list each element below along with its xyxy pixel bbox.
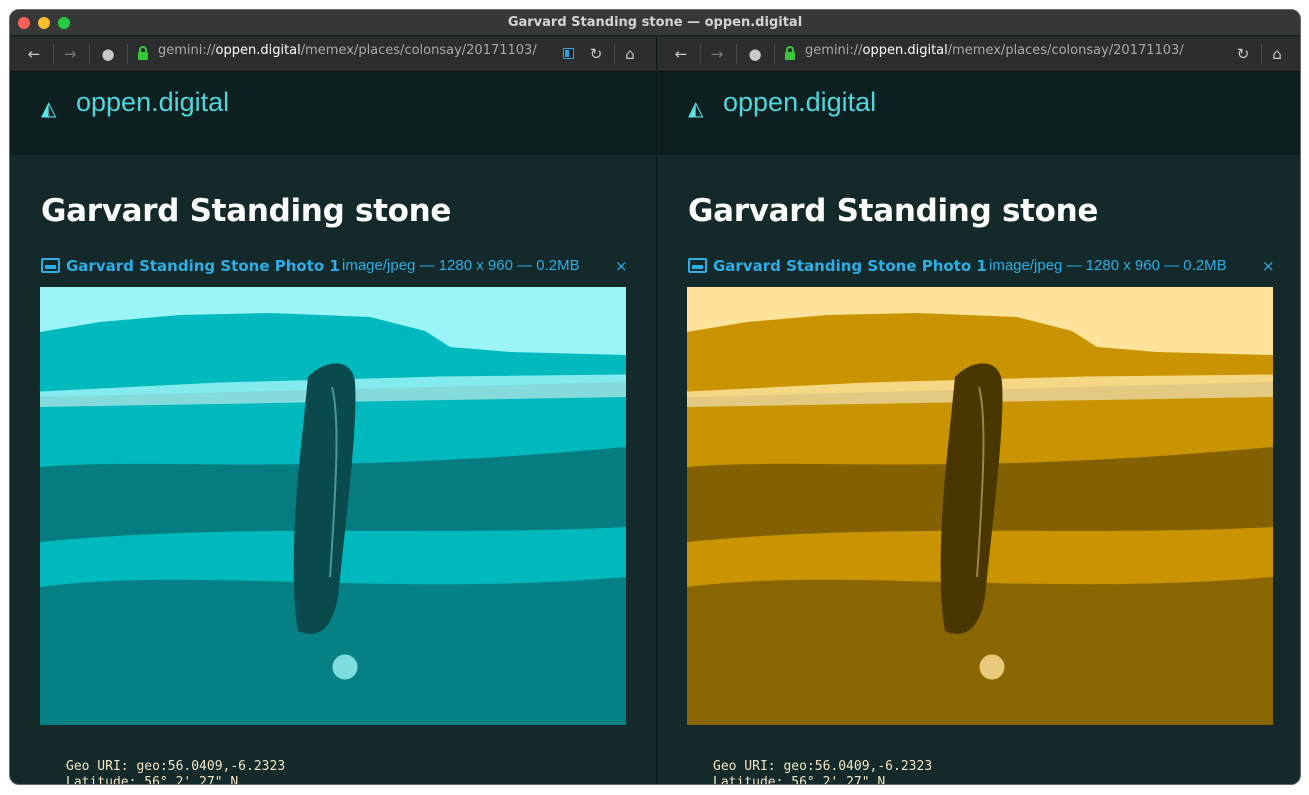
standing-stone-photo (687, 287, 1273, 725)
site-name[interactable]: oppen.digital (76, 87, 229, 118)
person-icon[interactable]: ● (741, 43, 769, 65)
nav-divider (736, 44, 737, 64)
url-field[interactable]: gemini://oppen.digital/memex/places/colo… (805, 43, 1184, 65)
nav-divider (127, 44, 128, 64)
url-host: oppen.digital (215, 43, 301, 58)
triangle-logo-icon: ◭ (688, 96, 704, 120)
title-bar: Garvard Standing stone — oppen.digital (10, 10, 1300, 36)
geo-uri-line: Geo URI: geo:56.0409,-6.2323 (66, 759, 286, 774)
image-meta: image/jpeg — 1280 x 960 — 0.2MB (342, 257, 580, 274)
close-image-button[interactable]: × (615, 255, 628, 277)
close-window-button[interactable] (18, 17, 30, 29)
image-icon (688, 258, 707, 273)
triangle-logo-icon: ◭ (41, 96, 57, 120)
image-meta: image/jpeg — 1280 x 960 — 0.2MB (989, 257, 1227, 274)
nav-divider (614, 44, 615, 64)
image-link[interactable]: Garvard Standing Stone Photo 1 image/jpe… (688, 255, 1278, 277)
url-field[interactable]: gemini://oppen.digital/memex/places/colo… (158, 43, 537, 65)
url-scheme: gemini:// (805, 43, 863, 58)
window-title: Garvard Standing stone — oppen.digital (507, 15, 803, 30)
sidebar-icon[interactable] (563, 48, 574, 59)
latitude-line: Latitude: 56° 2' 27" N (713, 775, 886, 785)
arrow-right-icon[interactable]: → (703, 43, 731, 65)
arrow-left-icon[interactable]: ← (20, 43, 48, 65)
url-path: /memex/places/colonsay/20171103/ (947, 43, 1184, 58)
reload-icon[interactable]: ↻ (1229, 43, 1257, 65)
lock-icon (785, 46, 795, 60)
browser-window: Garvard Standing stone — oppen.digital ←… (9, 9, 1301, 785)
latitude-line: Latitude: 56° 2' 27" N (66, 775, 239, 785)
url-host: oppen.digital (862, 43, 948, 58)
site-banner: ◭ oppen.digital (10, 72, 656, 155)
nav-bar: ← → ● gemini://oppen.digital/memex/place… (10, 37, 656, 72)
right-pane: ← → ● gemini://oppen.digital/memex/place… (657, 37, 1300, 785)
nav-divider (89, 44, 90, 64)
page-title: Garvard Standing stone (688, 193, 1099, 229)
nav-divider (1261, 44, 1262, 64)
page-title: Garvard Standing stone (41, 193, 452, 229)
left-pane: ← → ● gemini://oppen.digital/memex/place… (10, 37, 656, 785)
geo-info: Geo URI: geo:56.0409,-6.2323 Latitude: 56… (713, 759, 933, 785)
person-icon[interactable]: ● (94, 43, 122, 65)
page-content: Garvard Standing stone Garvard Standing … (657, 155, 1300, 785)
arrow-right-icon[interactable]: → (56, 43, 84, 65)
site-name[interactable]: oppen.digital (723, 87, 876, 118)
image-icon (41, 258, 60, 273)
geo-info: Geo URI: geo:56.0409,-6.2323 Latitude: 56… (66, 759, 286, 785)
zoom-window-button[interactable] (58, 17, 70, 29)
url-scheme: gemini:// (158, 43, 216, 58)
home-icon[interactable]: ⌂ (616, 43, 644, 65)
page-content: Garvard Standing stone Garvard Standing … (10, 155, 656, 785)
arrow-left-icon[interactable]: ← (667, 43, 695, 65)
reload-icon[interactable]: ↻ (582, 43, 610, 65)
nav-divider (700, 44, 701, 64)
lock-icon (138, 46, 148, 60)
minimize-window-button[interactable] (38, 17, 50, 29)
image-link[interactable]: Garvard Standing Stone Photo 1 image/jpe… (41, 255, 631, 277)
standing-stone-photo (40, 287, 626, 725)
close-image-button[interactable]: × (1262, 255, 1275, 277)
site-banner: ◭ oppen.digital (657, 72, 1300, 155)
image-link-title[interactable]: Garvard Standing Stone Photo 1 (66, 255, 340, 277)
nav-bar: ← → ● gemini://oppen.digital/memex/place… (657, 37, 1300, 72)
nav-divider (774, 44, 775, 64)
geo-uri-line: Geo URI: geo:56.0409,-6.2323 (713, 759, 933, 774)
image-link-title[interactable]: Garvard Standing Stone Photo 1 (713, 255, 987, 277)
url-path: /memex/places/colonsay/20171103/ (300, 43, 537, 58)
home-icon[interactable]: ⌂ (1263, 43, 1291, 65)
nav-divider (53, 44, 54, 64)
